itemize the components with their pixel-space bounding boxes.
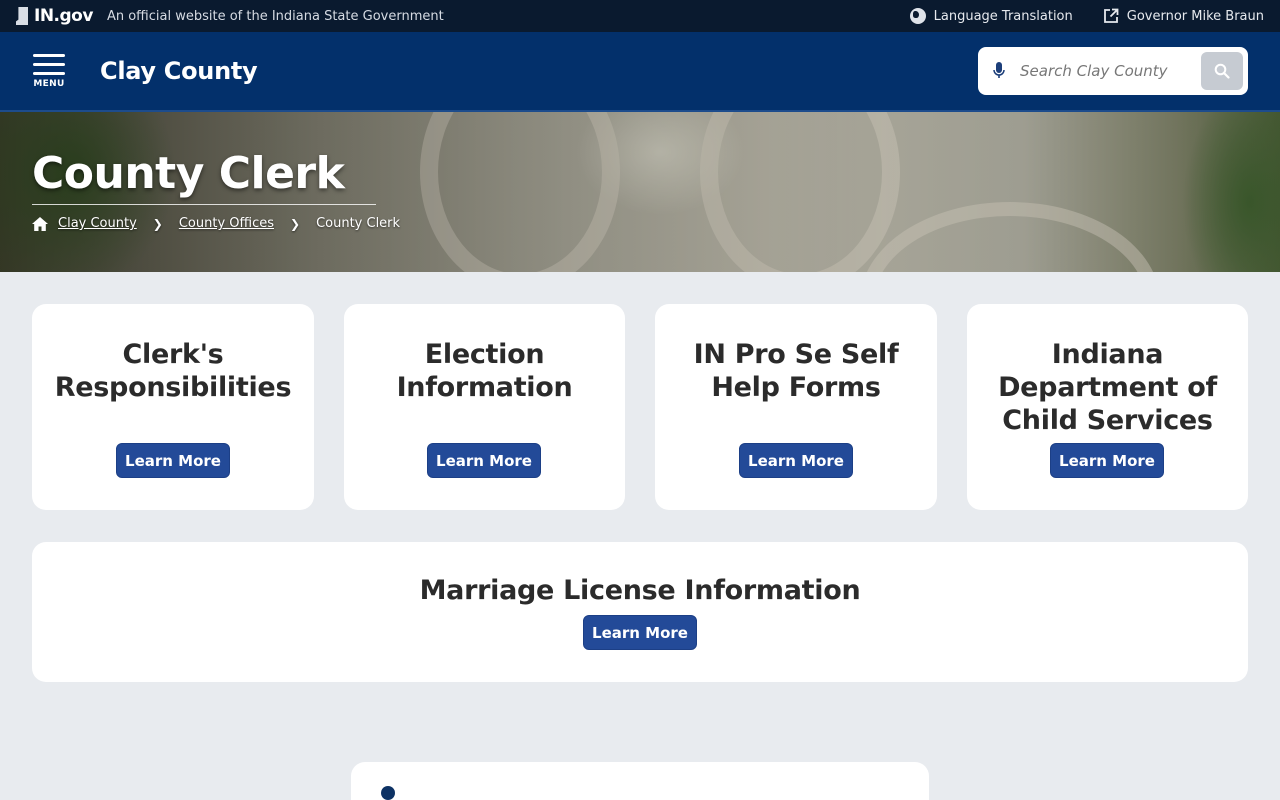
hero-banner: County Clerk Clay County ❯ County Office… <box>0 112 1280 272</box>
hamburger-icon-line <box>33 71 65 75</box>
external-link-icon <box>1103 8 1119 24</box>
hamburger-icon <box>33 53 65 57</box>
governor-label: Governor Mike Braun <box>1126 8 1264 24</box>
ingov-logo[interactable]: IN.gov <box>16 6 93 26</box>
learn-more-button[interactable]: Learn More <box>1050 443 1164 478</box>
breadcrumb-current: County Clerk <box>316 216 401 231</box>
official-banner: IN.gov An official website of the Indian… <box>0 0 1280 32</box>
globe-icon <box>909 8 926 24</box>
menu-button[interactable]: MENU <box>32 53 66 89</box>
learn-more-button[interactable]: Learn More <box>739 443 853 478</box>
menu-label: MENU <box>33 78 65 89</box>
card-title: Clerk's Responsibilities <box>54 339 292 403</box>
learn-more-button[interactable]: Learn More <box>427 443 541 478</box>
ingov-logo-text: IN.gov <box>34 6 93 26</box>
chevron-right-icon: ❯ <box>152 216 163 231</box>
title-divider <box>32 204 376 205</box>
search-box <box>978 47 1248 95</box>
card-title: Election Information <box>396 339 573 403</box>
home-icon[interactable] <box>32 216 48 231</box>
official-website-text: An official website of the Indiana State… <box>106 8 444 24</box>
governor-link[interactable]: Governor Mike Braun <box>1103 8 1264 24</box>
search-icon <box>1214 63 1230 79</box>
page-title: County Clerk <box>32 148 345 199</box>
language-translation-label: Language Translation <box>933 8 1073 24</box>
hamburger-icon-line <box>33 62 65 66</box>
learn-more-button[interactable]: Learn More <box>116 443 230 478</box>
chevron-right-icon: ❯ <box>290 216 301 231</box>
card-title: Marriage License Information <box>419 575 861 606</box>
card-marriage-license: Marriage License Information Learn More <box>32 542 1248 682</box>
learn-more-button[interactable]: Learn More <box>583 615 697 650</box>
language-translation-link[interactable]: Language Translation <box>909 8 1073 24</box>
breadcrumb: Clay County ❯ County Offices ❯ County Cl… <box>32 216 400 231</box>
site-header: MENU Clay County <box>0 32 1280 112</box>
microphone-icon[interactable] <box>992 61 1006 81</box>
search-input[interactable] <box>1020 62 1190 80</box>
breadcrumb-county-offices[interactable]: County Offices <box>179 216 274 231</box>
card-clerks-responsibilities: Clerk's Responsibilities Learn More <box>32 304 314 510</box>
indiana-state-icon <box>16 7 28 25</box>
card-title: IN Pro Se Self Help Forms <box>693 339 899 403</box>
card-title: Indiana Department of Child Services <box>998 339 1217 436</box>
location-marker-icon <box>381 786 395 800</box>
search-button[interactable] <box>1201 52 1243 90</box>
contact-card <box>351 762 929 800</box>
card-in-pro-se-forms: IN Pro Se Self Help Forms Learn More <box>655 304 937 510</box>
breadcrumb-clay-county[interactable]: Clay County <box>58 216 137 231</box>
card-election-information: Election Information Learn More <box>344 304 625 510</box>
card-child-services: Indiana Department of Child Services Lea… <box>967 304 1248 510</box>
site-title[interactable]: Clay County <box>100 57 258 85</box>
